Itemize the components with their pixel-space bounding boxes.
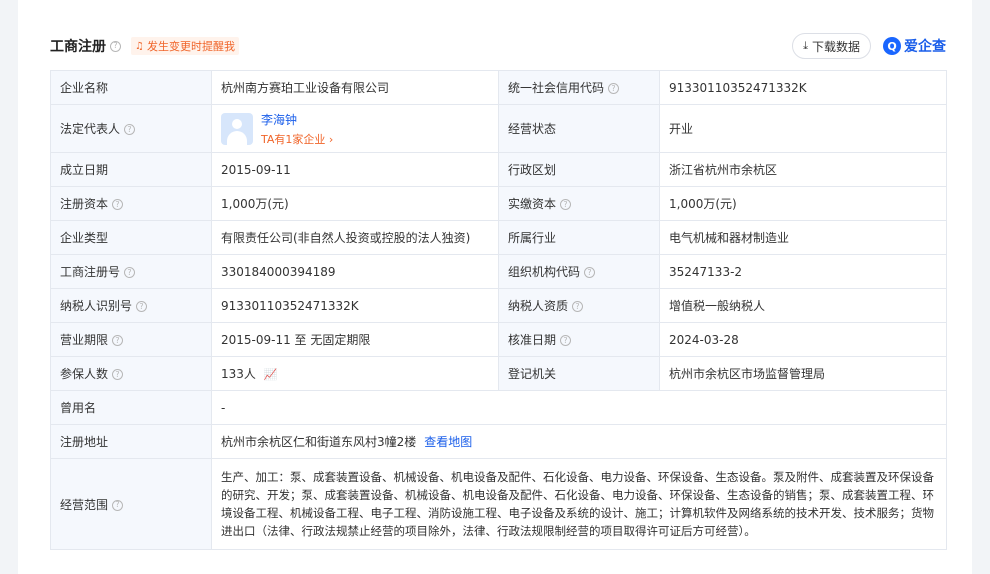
table-row: 参保人数? 133人 📈 登记机关 杭州市余杭区市场监督管理局 xyxy=(50,356,947,391)
value-established: 2015-09-11 xyxy=(211,152,499,187)
help-icon[interactable]: ? xyxy=(584,267,596,278)
table-row: 曾用名 - xyxy=(50,390,947,425)
brand-name: 爱企查 xyxy=(904,39,946,55)
download-label: 下载数据 xyxy=(811,39,860,54)
view-map-link[interactable]: 查看地图 xyxy=(424,435,472,449)
legal-rep-name-link[interactable]: 李海钟 xyxy=(261,111,333,128)
label-former-name: 曾用名 xyxy=(50,390,212,425)
avatar[interactable] xyxy=(221,112,253,145)
table-row: 企业类型 有限责任公司(非自然人投资或控股的法人独资) 所属行业 电气机械和器材… xyxy=(50,220,947,255)
label-org-code: 组织机构代码? xyxy=(498,254,660,289)
value-reg-capital: 1,000万(元) xyxy=(211,186,499,221)
label-industry: 所属行业 xyxy=(498,220,660,255)
value-status: 开业 xyxy=(659,104,947,153)
table-row: 营业期限? 2015-09-11 至 无固定期限 核准日期? 2024-03-2… xyxy=(50,322,947,357)
label-status: 经营状态 xyxy=(498,104,660,153)
label-taxpayer-qual: 纳税人资质? xyxy=(498,288,660,323)
table-row: 注册资本? 1,000万(元) 实缴资本? 1,000万(元) xyxy=(50,186,947,221)
label-established: 成立日期 xyxy=(50,152,212,187)
label-term: 营业期限? xyxy=(50,322,212,357)
label-reg-number: 工商注册号? xyxy=(50,254,212,289)
change-alert-label: 发生变更时提醒我 xyxy=(146,40,235,53)
label-approval-date: 核准日期? xyxy=(498,322,660,357)
label-taxpayer-id: 纳税人识别号? xyxy=(50,288,212,323)
scope-text: 生产、加工：泵、成套装置设备、机械设备、机电设备及配件、石化设备、电力设备、环保… xyxy=(221,470,934,538)
help-icon[interactable]: ? xyxy=(572,301,584,312)
label-paid-capital: 实缴资本? xyxy=(498,186,660,221)
value-address: 杭州市余杭区仁和街道东风村3幢2楼 查看地图 xyxy=(211,424,947,459)
value-former-name: - xyxy=(211,390,947,425)
help-icon[interactable]: ? xyxy=(124,124,136,135)
value-credit-code: 91330110352471332K xyxy=(659,70,947,105)
trend-chart-icon[interactable]: 📈 xyxy=(264,368,278,381)
table-row: 企业名称 杭州南方赛珀工业设备有限公司 统一社会信用代码? 9133011035… xyxy=(50,70,947,105)
table-row: 法定代表人? 李海钟 TA有1家企业 › 经营状态 开业 xyxy=(50,104,947,153)
help-icon[interactable]: ? xyxy=(608,83,620,94)
value-insured: 133人 📈 xyxy=(211,356,499,391)
label-reg-authority: 登记机关 xyxy=(498,356,660,391)
help-icon[interactable]: ? xyxy=(110,40,121,52)
table-row: 工商注册号? 330184000394189 组织机构代码? 35247133-… xyxy=(50,254,947,289)
label-company-type: 企业类型 xyxy=(50,220,212,255)
value-taxpayer-id: 91330110352471332K xyxy=(211,288,499,323)
help-icon[interactable]: ? xyxy=(112,369,124,380)
table-row: 成立日期 2015-09-11 行政区划 浙江省杭州市余杭区 xyxy=(50,152,947,187)
download-icon: ⤓ xyxy=(803,39,808,52)
brand-logo[interactable]: Q 爱企查 xyxy=(883,36,946,56)
value-district: 浙江省杭州市余杭区 xyxy=(659,152,947,187)
help-icon[interactable]: ? xyxy=(136,301,148,312)
label-credit-code: 统一社会信用代码? xyxy=(498,70,660,105)
help-icon[interactable]: ? xyxy=(112,335,124,346)
value-org-code: 35247133-2 xyxy=(659,254,947,289)
bell-icon: ♫ xyxy=(135,40,144,52)
help-icon[interactable]: ? xyxy=(560,199,572,210)
value-reg-authority: 杭州市余杭区市场监督管理局 xyxy=(659,356,947,391)
label-legal-rep: 法定代表人? xyxy=(50,104,212,153)
value-scope: 生产、加工：泵、成套装置设备、机械设备、机电设备及配件、石化设备、电力设备、环保… xyxy=(211,458,947,550)
value-approval-date: 2024-03-28 xyxy=(659,322,947,357)
business-registration-card: 工商注册 ? ♫ 发生变更时提醒我 ⤓ 下载数据 Q 爱企查 企业名称 杭州南方… xyxy=(18,0,972,574)
change-alert-button[interactable]: ♫ 发生变更时提醒我 xyxy=(131,37,239,55)
label-address: 注册地址 xyxy=(50,424,212,459)
table-row: 经营范围? 生产、加工：泵、成套装置设备、机械设备、机电设备及配件、石化设备、电… xyxy=(50,458,947,550)
label-scope: 经营范围? xyxy=(50,458,212,550)
value-industry: 电气机械和器材制造业 xyxy=(659,220,947,255)
label-company-name: 企业名称 xyxy=(50,70,212,105)
value-reg-number: 330184000394189 xyxy=(211,254,499,289)
value-taxpayer-qual: 增值税一般纳税人 xyxy=(659,288,947,323)
value-company-name: 杭州南方赛珀工业设备有限公司 xyxy=(211,70,499,105)
value-company-type: 有限责任公司(非自然人投资或控股的法人独资) xyxy=(211,220,499,255)
table-row: 纳税人识别号? 91330110352471332K 纳税人资质? 增值税一般纳… xyxy=(50,288,947,323)
help-icon[interactable]: ? xyxy=(560,335,572,346)
label-district: 行政区划 xyxy=(498,152,660,187)
registration-table: 企业名称 杭州南方赛珀工业设备有限公司 统一社会信用代码? 9133011035… xyxy=(50,70,947,550)
brand-logo-icon: Q xyxy=(883,37,901,55)
section-header: 工商注册 ? ♫ 发生变更时提醒我 ⤓ 下载数据 Q 爱企查 xyxy=(50,32,946,60)
value-paid-capital: 1,000万(元) xyxy=(659,186,947,221)
help-icon[interactable]: ? xyxy=(112,499,124,511)
help-icon[interactable]: ? xyxy=(112,199,124,210)
value-legal-rep: 李海钟 TA有1家企业 › xyxy=(211,104,499,153)
value-term: 2015-09-11 至 无固定期限 xyxy=(211,322,499,357)
table-row: 注册地址 杭州市余杭区仁和街道东风村3幢2楼 查看地图 xyxy=(50,424,947,459)
legal-rep-companies-link[interactable]: TA有1家企业 › xyxy=(261,131,333,147)
label-reg-capital: 注册资本? xyxy=(50,186,212,221)
label-insured: 参保人数? xyxy=(50,356,212,391)
download-data-button[interactable]: ⤓ 下载数据 xyxy=(792,33,871,59)
help-icon[interactable]: ? xyxy=(124,267,136,278)
section-title: 工商注册 xyxy=(50,39,106,55)
